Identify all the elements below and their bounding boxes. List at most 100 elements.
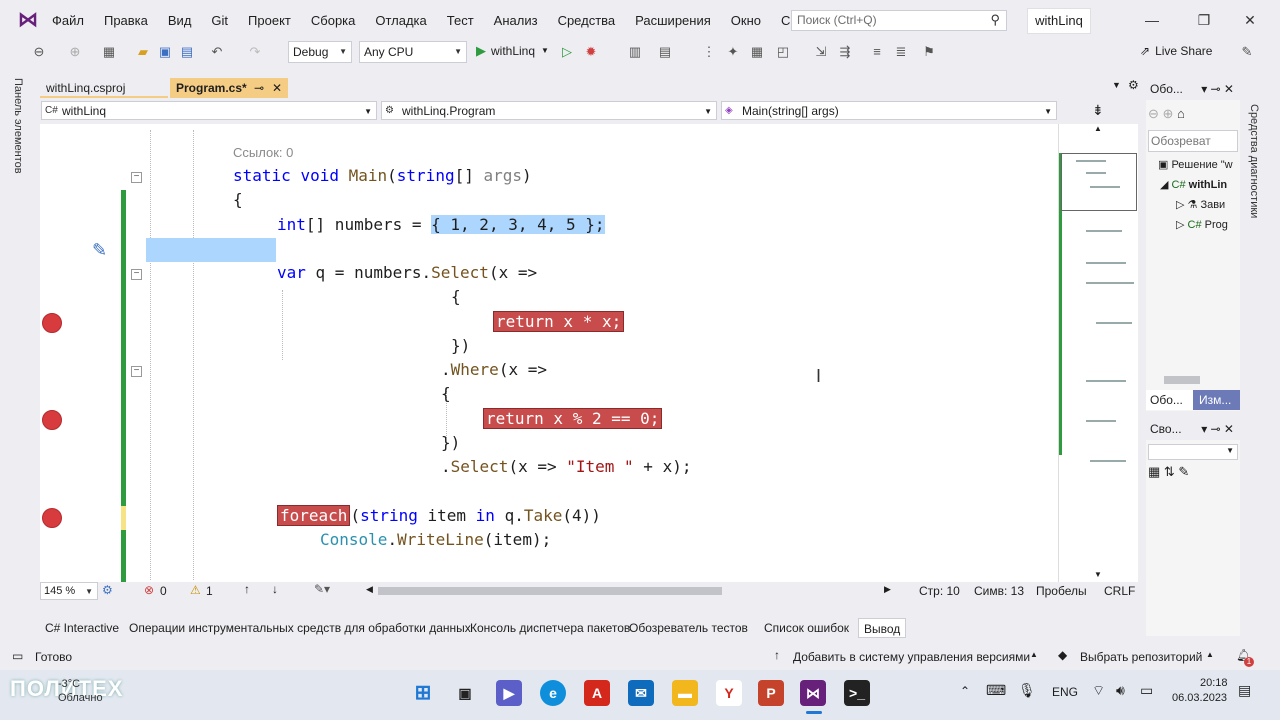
live-share-button[interactable]: ⇗ Live Share: [1140, 44, 1212, 58]
volume-icon[interactable]: 🔊︎: [1116, 682, 1125, 699]
teams-chat-icon[interactable]: ▶: [496, 680, 522, 706]
explorer-search-input[interactable]: Обозреват: [1148, 130, 1238, 152]
powerpoint-icon[interactable]: P: [758, 680, 784, 706]
error-icon[interactable]: ⊗: [144, 583, 154, 597]
tab-program-cs[interactable]: Program.cs* ⊸ ✕: [170, 78, 288, 98]
weather-desc[interactable]: Облачно: [58, 692, 103, 704]
yandex-browser-icon[interactable]: Y: [716, 680, 742, 706]
back-icon[interactable]: ⊖: [30, 43, 48, 61]
acrobat-icon[interactable]: A: [584, 680, 610, 706]
step-icon[interactable]: ⋮: [700, 43, 718, 61]
menu-item[interactable]: Расширения: [627, 12, 723, 30]
panel-scrollbar-thumb[interactable]: [1164, 376, 1200, 384]
add-to-source-control[interactable]: Добавить в систему управления версиями: [793, 650, 1030, 664]
redo-icon[interactable]: ↷: [246, 43, 264, 61]
menu-item[interactable]: Окно: [723, 12, 773, 30]
browse-icon[interactable]: ▥: [626, 43, 644, 61]
menu-item[interactable]: Анализ: [486, 12, 550, 30]
start-without-debug-icon[interactable]: ▷: [558, 43, 576, 61]
warning-icon[interactable]: ⚠: [190, 583, 201, 597]
visual-studio-logo-icon[interactable]: ⋈: [18, 9, 40, 31]
line-ending[interactable]: CRLF: [1104, 584, 1135, 598]
close-tab-icon[interactable]: ✕: [272, 78, 282, 98]
run-button[interactable]: ▶ withLinq ▼: [476, 42, 549, 60]
platform-dropdown[interactable]: Any CPU ▼: [359, 41, 467, 63]
uncomment-icon[interactable]: ≣: [892, 43, 910, 61]
undo-icon[interactable]: ↶: [208, 43, 226, 61]
select-repository[interactable]: Выбрать репозиторий: [1080, 650, 1202, 664]
start-icon[interactable]: ⊞: [410, 680, 436, 706]
save-icon[interactable]: ▣: [156, 43, 174, 61]
keyboard-icon[interactable]: ⌨: [986, 682, 1006, 699]
menu-item[interactable]: Средства: [550, 12, 628, 30]
menu-item[interactable]: Сборка: [303, 12, 368, 30]
breakpoint-icon[interactable]: [42, 313, 62, 333]
indentation-mode[interactable]: Пробелы: [1036, 584, 1087, 598]
scroll-down-icon[interactable]: ▼: [1094, 570, 1102, 579]
edge-icon[interactable]: e: [540, 680, 566, 706]
tab-solution-explorer[interactable]: Обо...: [1146, 390, 1193, 410]
output-icon[interactable]: ▭: [12, 649, 23, 663]
close-icon[interactable]: ✕: [1238, 10, 1262, 30]
settings-gear-icon[interactable]: ⚙: [1128, 78, 1139, 92]
wifi-icon[interactable]: ⌔: [1092, 682, 1105, 700]
task-view-icon[interactable]: ▣: [452, 680, 478, 706]
split-icon[interactable]: ⇟: [1092, 102, 1104, 119]
zoom-dropdown[interactable]: 145 % ▼: [40, 582, 98, 600]
terminal-icon[interactable]: >_: [844, 680, 870, 706]
breakpoint-icon[interactable]: [42, 410, 62, 430]
tree-project[interactable]: ◢ C# withLin: [1160, 178, 1240, 191]
file-explorer-icon[interactable]: ▬: [672, 680, 698, 706]
input-language[interactable]: ENG: [1052, 685, 1078, 699]
tab-git-changes[interactable]: Изм...: [1193, 390, 1240, 410]
scroll-right-icon[interactable]: ▶: [884, 584, 891, 595]
format-icon[interactable]: ⇶: [836, 43, 854, 61]
tree-dependencies[interactable]: ▷ ⚗ Зави: [1176, 198, 1240, 211]
hot-reload-icon[interactable]: ✹: [582, 43, 600, 61]
mail-icon[interactable]: ✉: [628, 680, 654, 706]
clock-date[interactable]: 06.03.2023: [1172, 692, 1227, 704]
solution-name-badge[interactable]: withLinq: [1027, 8, 1091, 34]
save-all-icon[interactable]: ▤: [178, 43, 196, 61]
configuration-dropdown[interactable]: Debug ▼: [288, 41, 352, 63]
open-icon[interactable]: ▰: [134, 43, 152, 61]
next-issue-icon[interactable]: ↓: [272, 582, 278, 596]
menu-item[interactable]: Файл: [44, 12, 96, 30]
bottom-tab[interactable]: Консоль диспетчера пакетов: [465, 618, 635, 638]
bottom-tab[interactable]: C# Interactive: [40, 618, 124, 638]
battery-icon[interactable]: ▭: [1140, 682, 1153, 699]
tool2-icon[interactable]: ▦: [748, 43, 766, 61]
breakpoint-icon[interactable]: [42, 508, 62, 528]
tree-program[interactable]: ▷ C# Prog: [1176, 218, 1240, 231]
tree-solution[interactable]: ▣ Решение "w: [1158, 158, 1233, 171]
cleanup-icon[interactable]: ✎▾: [314, 582, 330, 596]
bottom-tab[interactable]: Вывод: [858, 618, 907, 638]
microphone-icon[interactable]: 🎙︎: [1018, 682, 1036, 699]
horizontal-scrollbar-thumb[interactable]: [378, 587, 722, 595]
weather-temp[interactable]: -3°C: [58, 678, 80, 690]
menu-item[interactable]: Проект: [240, 12, 303, 30]
collapse-icon[interactable]: −: [131, 269, 142, 280]
intellicode-icon[interactable]: ⚙: [102, 583, 113, 597]
collapse-icon[interactable]: −: [131, 172, 142, 183]
chevron-up-icon[interactable]: ⌃: [960, 684, 970, 698]
diagnostic-tools-tab[interactable]: Средства диагностики: [1248, 104, 1260, 218]
project-dropdown[interactable]: C# withLinq ▼: [41, 101, 377, 120]
menu-item[interactable]: Git: [203, 12, 240, 30]
menu-item[interactable]: Вид: [160, 12, 204, 30]
notification-center-icon[interactable]: ▤: [1238, 682, 1251, 699]
quick-actions-icon[interactable]: ✎: [92, 240, 107, 261]
bottom-tab[interactable]: Список ошибок: [759, 618, 854, 638]
tool3-icon[interactable]: ◰: [774, 43, 792, 61]
collapse-icon[interactable]: −: [131, 366, 142, 377]
bottom-tab[interactable]: Обозреватель тестов: [624, 618, 753, 638]
menu-item[interactable]: Отладка: [367, 12, 438, 30]
visual-studio-icon[interactable]: ⋈: [800, 680, 826, 706]
tab-overflow-icon[interactable]: ▼: [1112, 80, 1121, 90]
menu-item[interactable]: Тест: [439, 12, 486, 30]
tab-csproj[interactable]: withLinq.csproj: [40, 78, 168, 98]
bookmark-icon[interactable]: ⚑: [920, 43, 938, 61]
search-input[interactable]: Поиск (Ctrl+Q) ⚲: [791, 10, 1007, 31]
class-dropdown[interactable]: ⚙ withLinq.Program ▼: [381, 101, 717, 120]
pin-icon[interactable]: ⊸: [254, 78, 264, 98]
